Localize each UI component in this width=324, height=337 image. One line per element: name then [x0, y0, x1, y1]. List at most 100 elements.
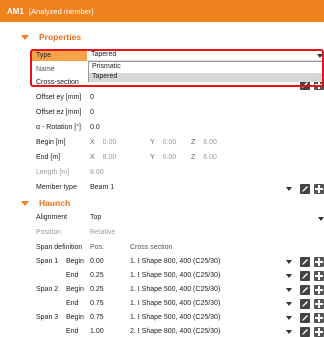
rotation-row: α - Rotation [°] 0.0 — [0, 122, 324, 136]
offset-ey-row: Offset ey [mm] 0 — [0, 92, 324, 106]
member-type-select[interactable]: Beam 1 — [90, 184, 114, 191]
properties-section-header[interactable]: Properties — [0, 30, 81, 44]
plus-icon — [315, 300, 323, 308]
edit-button[interactable] — [300, 313, 310, 323]
add-button[interactable] — [314, 327, 324, 337]
span-end-label: Begin — [66, 286, 84, 293]
name-label: Name — [36, 66, 55, 73]
end-row: End [m] X 8.00 Y 0.00 Z 6.00 — [0, 152, 324, 166]
length-label: Length [m] — [36, 169, 70, 176]
span-row: End 0.25 1. I Shape 500, 400 (C25/30) — [0, 269, 324, 283]
chevron-down-icon[interactable] — [286, 273, 292, 279]
alignment-label: Alignment — [36, 214, 68, 221]
type-option-prismatic[interactable]: Prismatic — [92, 63, 121, 70]
span-pos-field[interactable]: 0.25 — [90, 286, 104, 293]
add-button[interactable] — [314, 257, 324, 267]
chevron-down-icon[interactable] — [286, 301, 292, 307]
add-button[interactable] — [314, 271, 324, 281]
span-name: Span 1 — [36, 258, 59, 265]
type-option-tapered[interactable]: Tapered — [89, 73, 323, 82]
edit-button[interactable] — [300, 257, 310, 267]
plus-icon — [315, 272, 323, 280]
span-end-label: End — [66, 272, 79, 279]
alignment-select[interactable]: Top — [90, 214, 101, 221]
span-row: End 0.75 1. I Shape 500, 400 (C25/30) — [0, 297, 324, 311]
plus-icon — [315, 286, 323, 294]
edit-member-type-button[interactable] — [300, 184, 310, 194]
plus-icon — [315, 258, 323, 266]
position-value: Relative — [90, 229, 116, 236]
edit-button[interactable] — [300, 285, 310, 295]
span-row: Span 3 Begin 0.75 1. I Shape 500, 400 (C… — [0, 311, 324, 325]
span-cross-section-select[interactable]: 1. I Shape 800, 400 (C25/30) — [130, 258, 220, 265]
span-pos-field[interactable]: 0.75 — [90, 314, 104, 321]
span-cross-section-select[interactable]: 1. I Shape 500, 400 (C25/30) — [130, 272, 220, 279]
member-subtitle: [Analyzed member] — [28, 6, 94, 16]
length-row: Length [m] 8.00 — [0, 167, 324, 181]
span-pos-field[interactable]: 0.00 — [90, 258, 104, 265]
end-z-field[interactable]: Z 6.00 — [191, 154, 217, 161]
chevron-down-icon[interactable] — [286, 287, 292, 293]
chevron-down-icon[interactable] — [286, 259, 292, 265]
rotation-field[interactable]: 0.0 — [90, 124, 100, 131]
begin-x-field[interactable]: X 0.00 — [90, 139, 116, 146]
offset-ez-field[interactable]: 0 — [90, 109, 94, 116]
span-end-label: Begin — [66, 314, 84, 321]
properties-heading: Properties — [39, 32, 82, 42]
span-end-label: End — [66, 300, 79, 307]
begin-z-field[interactable]: Z 6.00 — [191, 139, 217, 146]
haunch-section-header[interactable]: Haunch — [0, 196, 70, 210]
add-button[interactable] — [314, 299, 324, 309]
chevron-down-icon[interactable] — [286, 186, 292, 192]
span-pos-field[interactable]: 0.25 — [90, 272, 104, 279]
offset-ey-label: Offset ey [mm] — [36, 94, 82, 101]
offset-ey-field[interactable]: 0 — [90, 94, 94, 101]
edit-button[interactable] — [300, 327, 310, 337]
edit-button[interactable] — [300, 299, 310, 309]
offset-ez-label: Offset ez [mm] — [36, 109, 82, 116]
span-cross-section-select[interactable]: 1. I Shape 500, 400 (C25/30) — [130, 300, 220, 307]
plus-icon — [315, 81, 323, 89]
chevron-down-icon[interactable] — [317, 53, 323, 59]
span-name: Span 2 — [36, 286, 59, 293]
plus-icon — [315, 185, 323, 193]
type-select[interactable]: Tapered — [88, 50, 324, 61]
pencil-icon — [302, 301, 308, 307]
type-dropdown-list: Prismatic Tapered — [88, 61, 324, 82]
chevron-down-icon[interactable] — [318, 216, 324, 222]
span-cross-section-select[interactable]: 2. I Shape 800, 400 (C25/30) — [130, 328, 220, 335]
edit-button[interactable] — [300, 271, 310, 281]
pencil-icon — [302, 329, 308, 335]
type-value: Tapered — [91, 51, 117, 58]
type-label: Type — [36, 52, 52, 59]
chevron-down-icon[interactable] — [286, 315, 292, 321]
collapse-arrow-icon[interactable] — [21, 34, 29, 41]
end-y-field[interactable]: Y 0.00 — [150, 154, 176, 161]
span-cross-section-select[interactable]: 1. I Shape 500, 400 (C25/30) — [130, 286, 220, 293]
pos-column-header: Pos. — [90, 244, 105, 251]
begin-y-field[interactable]: Y 0.00 — [150, 139, 176, 146]
length-value: 8.00 — [90, 169, 104, 176]
cross-section-column-header: Cross section — [130, 244, 173, 251]
haunch-heading: Haunch — [39, 198, 71, 208]
add-button[interactable] — [314, 285, 324, 295]
pencil-icon — [302, 82, 308, 88]
span-name: Span 3 — [36, 314, 59, 321]
span-definition-label: Span definition — [36, 244, 83, 251]
chevron-down-icon[interactable] — [286, 329, 292, 335]
end-x-field[interactable]: X 8.00 — [90, 154, 116, 161]
span-cross-section-select[interactable]: 1. I Shape 500, 400 (C25/30) — [130, 314, 220, 321]
begin-label: Begin [m] — [36, 139, 66, 146]
span-end-label: End — [66, 328, 79, 335]
alignment-row: Alignment Top — [0, 212, 324, 226]
add-member-type-button[interactable] — [314, 184, 324, 194]
plus-icon — [315, 314, 323, 322]
add-button[interactable] — [314, 313, 324, 323]
pencil-icon — [302, 273, 308, 279]
span-pos-field[interactable]: 0.75 — [90, 300, 104, 307]
span-pos-field[interactable]: 1.00 — [90, 328, 104, 335]
begin-row: Begin [m] X 0.00 Y 0.00 Z 6.00 — [0, 137, 324, 151]
collapse-arrow-icon[interactable] — [21, 200, 29, 207]
cross-section-label: Cross-section — [36, 79, 79, 86]
position-row: Position Relative — [0, 227, 324, 241]
